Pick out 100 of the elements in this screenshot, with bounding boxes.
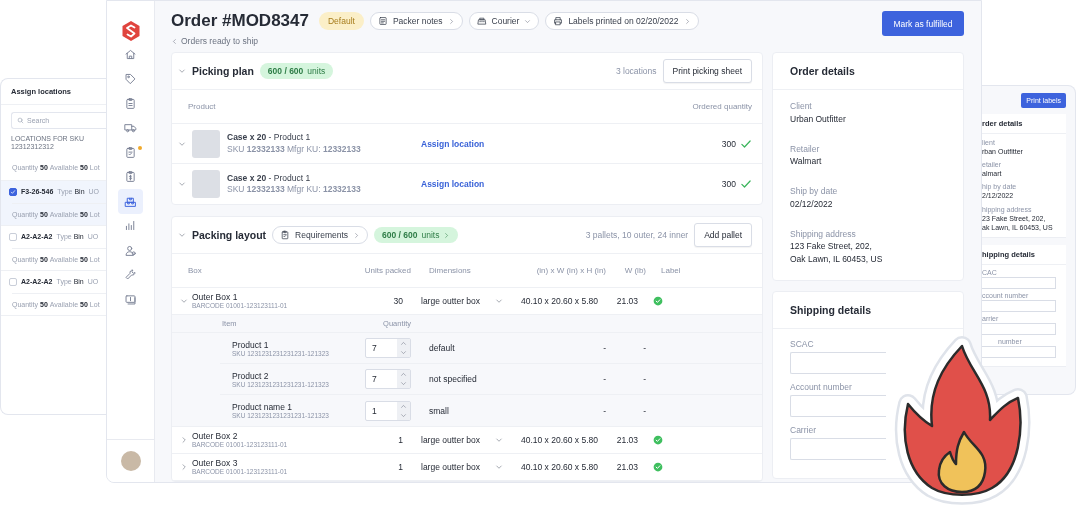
field-label: Ship by date xyxy=(790,185,839,198)
chevron-down-icon xyxy=(178,180,186,188)
chevron-down-icon xyxy=(495,436,503,444)
item-name: Product 2 xyxy=(232,370,270,381)
units-text: 1 xyxy=(397,462,403,472)
weight-text: 21.03 xyxy=(615,435,638,445)
chip-button[interactable]: Packer notes xyxy=(369,12,463,30)
chevron-up-icon xyxy=(400,402,408,410)
monitor-icon xyxy=(124,292,137,306)
dimension-dropdown[interactable]: large outter box xyxy=(421,435,481,445)
input-field[interactable] xyxy=(982,276,1056,289)
avatar[interactable] xyxy=(120,451,141,471)
assign-location-link[interactable]: Assign location xyxy=(421,138,485,149)
chevron-right-icon xyxy=(447,17,455,25)
units-badge[interactable]: 600 / 600 units xyxy=(374,227,459,243)
card-title: Shipping details xyxy=(790,303,872,316)
clipboard-icon xyxy=(124,96,137,110)
field-label: Account number xyxy=(790,381,853,392)
chevron-left-icon xyxy=(171,37,178,45)
document-icon xyxy=(377,16,388,26)
assign-location-link[interactable]: Assign location xyxy=(421,179,485,189)
printer-icon xyxy=(553,16,564,26)
quantity-text: 300 xyxy=(721,179,736,189)
chevron-down-icon xyxy=(524,17,532,25)
weight-text: - xyxy=(642,343,646,353)
quantity-stepper[interactable]: 7 xyxy=(365,369,411,389)
weight-text: - xyxy=(642,405,646,416)
add-pallet-button[interactable]: Add pallet xyxy=(694,223,752,247)
quantity-stepper[interactable]: 1 xyxy=(365,400,411,421)
product-name: Case x 20 - Product 1 xyxy=(227,132,312,144)
chevron-down-icon xyxy=(495,463,503,471)
field-value: Walmart xyxy=(790,155,823,168)
truck-icon xyxy=(124,121,137,135)
invoice-icon xyxy=(124,170,137,184)
column-header: Box xyxy=(188,266,203,275)
field-label: Carrier xyxy=(790,424,817,435)
size-text: - xyxy=(602,405,606,416)
field-label: Client xyxy=(790,100,813,113)
box-name: Outer Box 1 xyxy=(192,292,239,303)
mark-fulfilled-button[interactable]: Mark as fulfilled xyxy=(882,11,964,36)
print-picking-sheet-button[interactable]: Print picking sheet xyxy=(662,59,752,83)
chevron-right-icon xyxy=(353,231,361,239)
input-field[interactable] xyxy=(982,299,1056,312)
wrench-icon xyxy=(124,268,137,282)
summary-text: 3 pallets, 10 outer, 24 inner xyxy=(585,230,689,240)
units-badge: 600 / 600 units xyxy=(259,63,334,79)
product-photo xyxy=(192,170,220,198)
chevron-down-icon xyxy=(495,297,503,305)
field-value: Urban Outfitter xyxy=(790,112,847,126)
input-field[interactable] xyxy=(790,437,886,460)
quantity-stepper[interactable]: 7 xyxy=(365,338,411,358)
chevron-up-icon xyxy=(400,340,408,347)
units-text: 1 xyxy=(397,435,403,445)
weight-text: 21.03 xyxy=(615,296,638,306)
home-icon xyxy=(124,47,137,61)
chevron-down-icon xyxy=(400,411,408,419)
chevron-right-icon[interactable] xyxy=(180,436,188,444)
field-value: 123 Fake Street, 202, xyxy=(790,240,873,253)
chevron-down-icon[interactable] xyxy=(180,297,188,305)
column-header: Dimensions xyxy=(428,266,472,275)
chip-button[interactable]: Labels printed on 02/20/2022 xyxy=(545,12,699,30)
quantity-text: 300 xyxy=(721,138,736,149)
checkmark-icon xyxy=(10,188,16,195)
column-header: (in) x W (in) x H (in) xyxy=(535,266,606,275)
input-field[interactable] xyxy=(790,351,886,374)
product-name: Case x 20 - Product 1 xyxy=(227,172,312,184)
dimension-dropdown[interactable]: large outter box xyxy=(421,462,481,472)
chevron-up-icon xyxy=(400,371,408,378)
units-text: 30 xyxy=(392,296,403,306)
input-field[interactable] xyxy=(982,322,1056,335)
product-photo xyxy=(192,129,220,158)
chevron-down-icon xyxy=(178,67,186,75)
checkbox[interactable] xyxy=(9,187,17,196)
sku-text: SKU 12332133 Mfgr KU: 12332133 xyxy=(227,143,362,155)
chevron-right-icon xyxy=(443,231,451,239)
chevron-down-icon xyxy=(178,231,186,239)
box-name: Outer Box 3 xyxy=(192,458,239,469)
item-name: Product 1 xyxy=(232,339,270,350)
dimension-text: small xyxy=(428,405,450,416)
chevron-down-icon xyxy=(400,349,408,356)
field-label: Retailer xyxy=(790,142,821,156)
users-icon xyxy=(124,243,137,257)
dimension-dropdown[interactable]: large outter box xyxy=(421,296,481,306)
back-link[interactable]: Orders ready to ship xyxy=(171,36,258,46)
column-header: Ordered quantity xyxy=(692,102,752,111)
size-text: - xyxy=(602,343,606,353)
nav-item[interactable] xyxy=(118,189,143,214)
card-title: Order details xyxy=(790,65,855,77)
tag-icon xyxy=(124,72,137,86)
size-text: 40.10 x 20.60 x 5.80 xyxy=(519,296,598,306)
weight-text: - xyxy=(642,374,646,384)
sku-text: SKU 12332133 Mfgr KU: 12332133 xyxy=(227,184,362,196)
dimension-text: not specified xyxy=(428,374,478,384)
input-field[interactable] xyxy=(982,345,1056,358)
chip-button[interactable]: Courier xyxy=(468,12,540,30)
size-text: 40.10 x 20.60 x 5.80 xyxy=(519,435,598,445)
chevron-right-icon[interactable] xyxy=(180,463,188,471)
requirements-chip[interactable]: Requirements xyxy=(272,226,369,244)
input-field[interactable] xyxy=(790,394,886,417)
column-header: Units packed xyxy=(363,266,411,275)
